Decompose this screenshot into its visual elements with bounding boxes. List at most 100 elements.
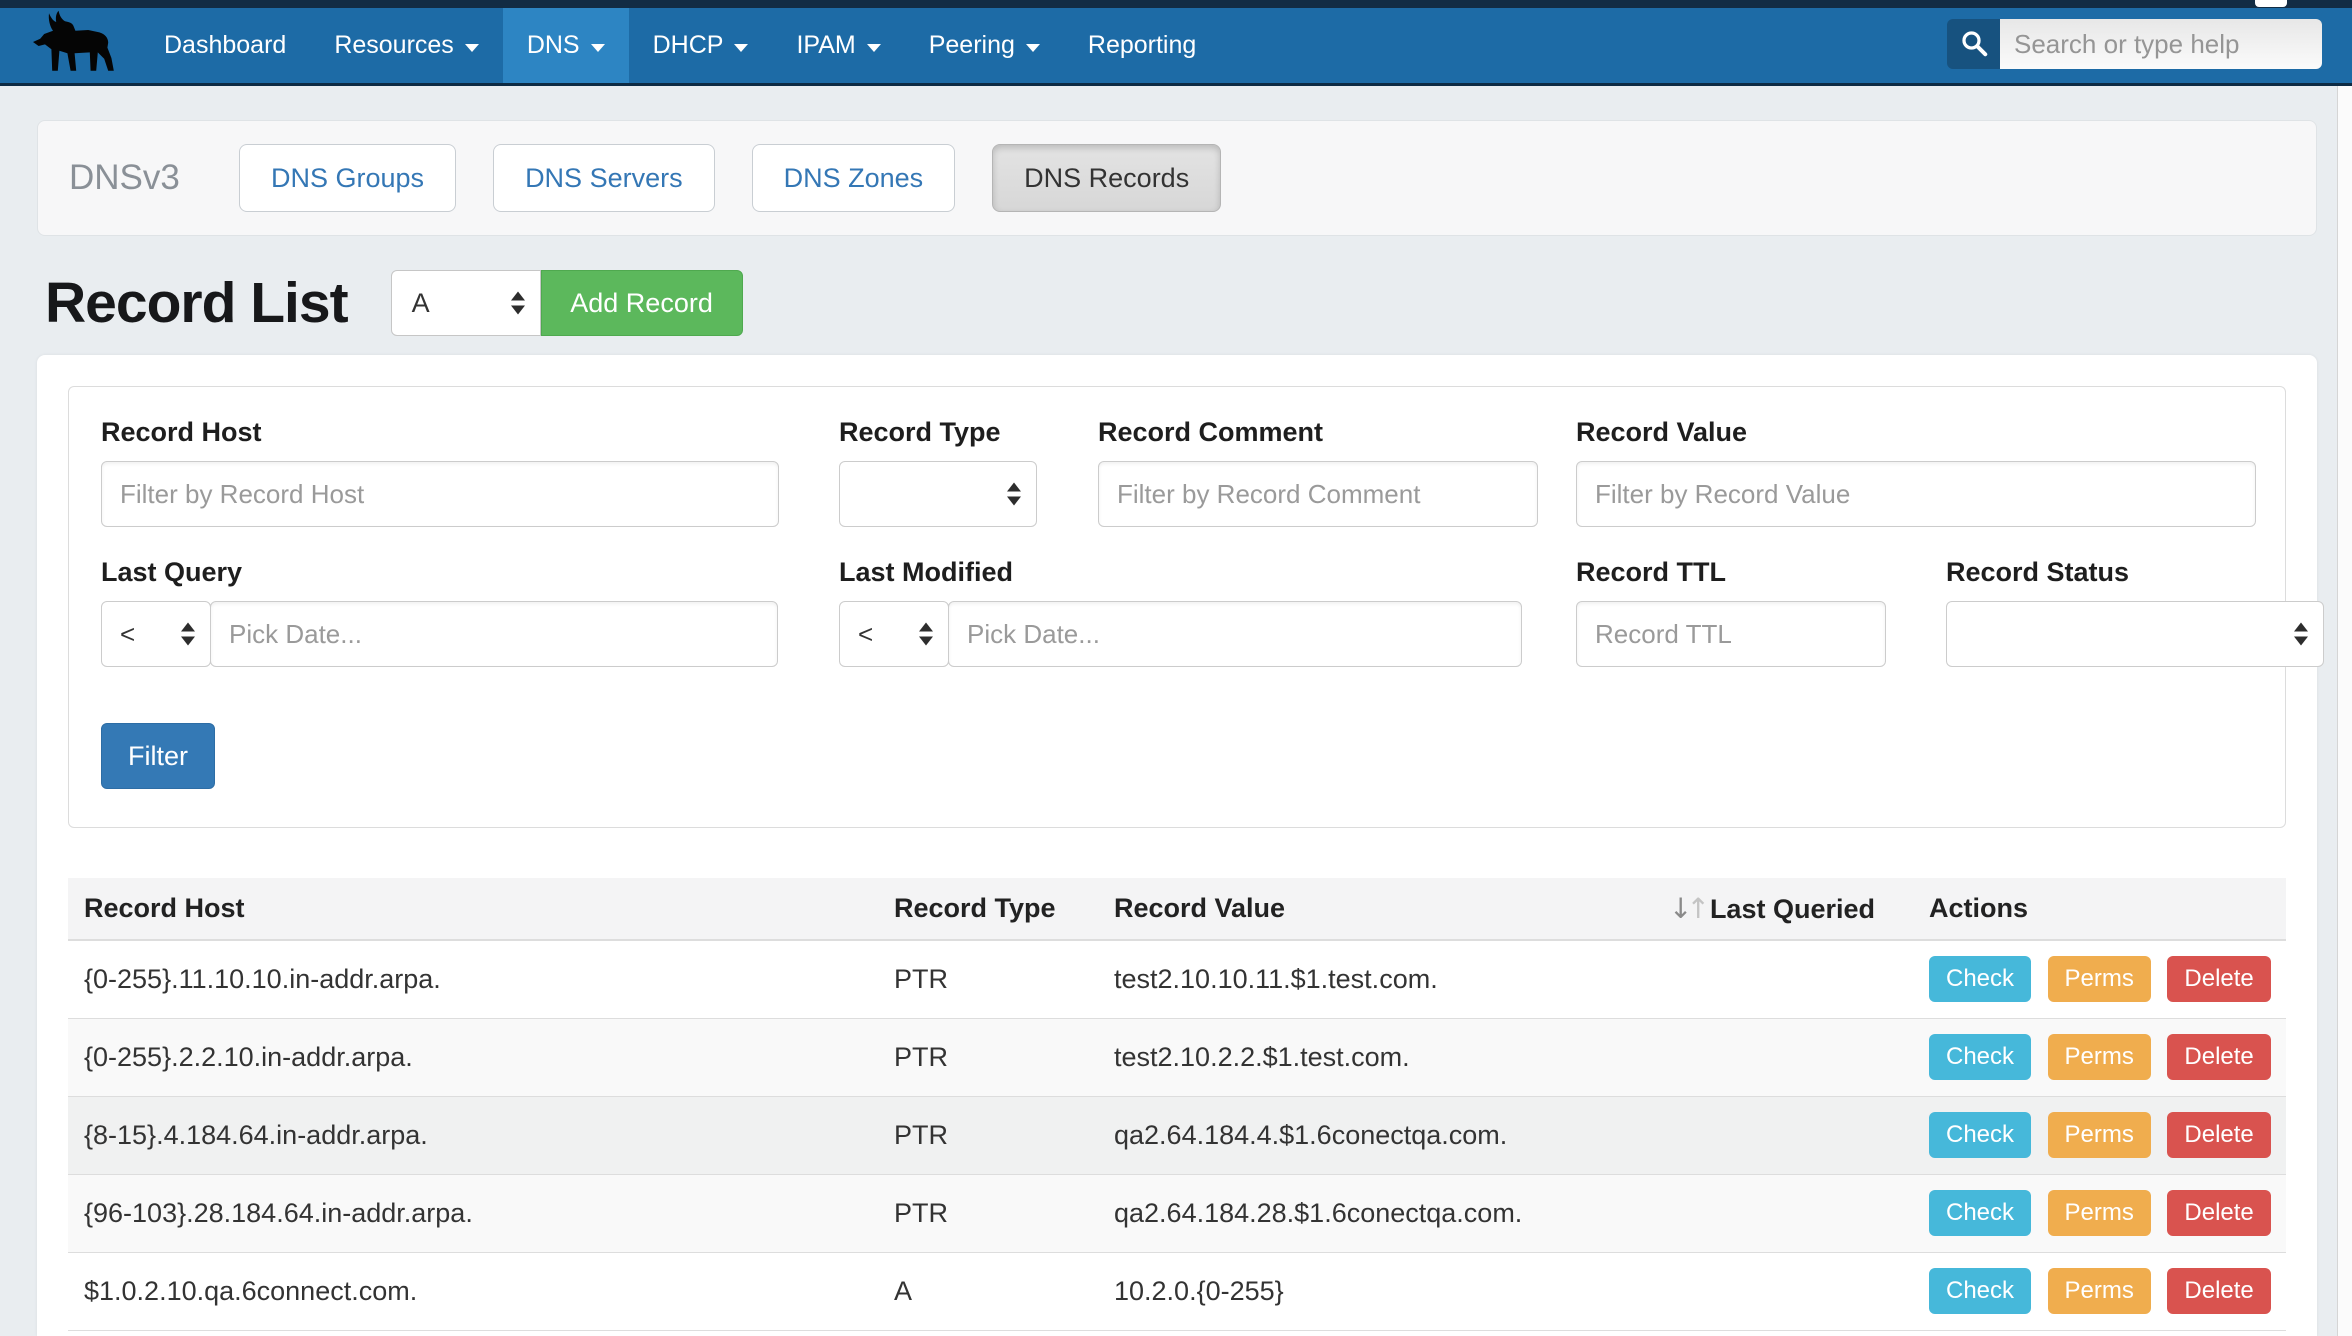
search-input[interactable] (2000, 19, 2322, 69)
record-value-cell: test2.10.2.2.$1.test.com. (1098, 1018, 1653, 1096)
records-panel: Record Host Record Type Record Comment R… (37, 355, 2317, 1336)
record-value-filter-input[interactable] (1576, 461, 2256, 527)
delete-button[interactable]: Delete (2167, 956, 2270, 1002)
perms-button[interactable]: Perms (2048, 956, 2151, 1002)
tab-dns-records[interactable]: DNS Records (992, 144, 1221, 212)
dnsv3-tab-panel: DNSv3 DNS Groups DNS Servers DNS Zones D… (37, 120, 2317, 236)
check-button[interactable]: Check (1929, 956, 2031, 1002)
nav-item-dhcp[interactable]: DHCP (629, 8, 773, 83)
perms-button[interactable]: Perms (2048, 1034, 2151, 1080)
actions-cell: Check Perms Delete (1913, 1174, 2286, 1252)
sort-asc-icon: ↑ (1686, 892, 1703, 925)
record-type-selector[interactable]: A (391, 270, 541, 336)
last-modified-operator-select[interactable]: < (839, 601, 949, 667)
delete-button[interactable]: Delete (2167, 1190, 2270, 1236)
record-comment-label: Record Comment (1098, 417, 1323, 448)
caret-down-icon (1026, 44, 1040, 52)
record-ttl-label: Record TTL (1576, 557, 1726, 588)
record-list-header: Record List A Add Record (45, 270, 743, 336)
last-queried-cell (1653, 1096, 1913, 1174)
nav-item-peering[interactable]: Peering (905, 8, 1064, 83)
table-row: {0-255}.11.10.10.in-addr.arpa. PTR test2… (68, 940, 2286, 1018)
tab-dns-zones[interactable]: DNS Zones (752, 144, 956, 212)
column-header-record-host: Record Host (68, 878, 878, 940)
nav-menu: Dashboard Resources DNS DHCP IPAM Peerin… (140, 8, 1220, 83)
record-host-cell: $1.0.2.10.qa.6connect.com. (68, 1252, 878, 1330)
last-queried-cell (1653, 1252, 1913, 1330)
records-tbody: {0-255}.11.10.10.in-addr.arpa. PTR test2… (68, 940, 2286, 1330)
filter-box: Record Host Record Type Record Comment R… (68, 386, 2286, 828)
table-row: {8-15}.4.184.64.in-addr.arpa. PTR qa2.64… (68, 1096, 2286, 1174)
record-type-filter-select[interactable] (839, 461, 1037, 527)
check-button[interactable]: Check (1929, 1112, 2031, 1158)
delete-button[interactable]: Delete (2167, 1112, 2270, 1158)
record-status-filter-select[interactable] (1946, 601, 2324, 667)
record-host-filter-input[interactable] (101, 461, 779, 527)
last-modified-date-input[interactable] (948, 601, 1522, 667)
filter-submit-button[interactable]: Filter (101, 723, 215, 789)
scrollbar[interactable] (2337, 86, 2352, 1336)
check-button[interactable]: Check (1929, 1034, 2031, 1080)
tab-dns-servers[interactable]: DNS Servers (493, 144, 715, 212)
perms-button[interactable]: Perms (2048, 1112, 2151, 1158)
browser-top-strip (0, 0, 2352, 8)
column-header-label: Last Queried (1710, 894, 1875, 924)
search-button[interactable] (1947, 19, 2000, 69)
global-search (1947, 19, 2322, 69)
main-navbar: Dashboard Resources DNS DHCP IPAM Peerin… (0, 8, 2352, 86)
record-value-cell: qa2.64.184.4.$1.6conectqa.com. (1098, 1096, 1653, 1174)
search-icon (1959, 28, 1989, 61)
perms-button[interactable]: Perms (2048, 1268, 2151, 1314)
record-type-cell: PTR (878, 1018, 1098, 1096)
column-header-last-queried[interactable]: ↓↑Last Queried (1653, 878, 1913, 940)
record-type-cell: PTR (878, 1174, 1098, 1252)
perms-button[interactable]: Perms (2048, 1190, 2151, 1236)
tab-dns-groups[interactable]: DNS Groups (239, 144, 456, 212)
last-queried-cell (1653, 1018, 1913, 1096)
nav-item-dashboard[interactable]: Dashboard (140, 8, 310, 83)
add-record-button[interactable]: Add Record (541, 270, 743, 336)
nav-label: Reporting (1088, 31, 1196, 60)
record-value-cell: qa2.64.184.28.$1.6conectqa.com. (1098, 1174, 1653, 1252)
caret-down-icon (734, 44, 748, 52)
nav-item-reporting[interactable]: Reporting (1064, 8, 1220, 83)
sort-desc-icon: ↓ (1669, 892, 1686, 925)
delete-button[interactable]: Delete (2167, 1268, 2270, 1314)
caret-down-icon (591, 44, 605, 52)
record-host-cell: {8-15}.4.184.64.in-addr.arpa. (68, 1096, 878, 1174)
select-arrows-icon (2294, 623, 2308, 646)
record-type-cell: PTR (878, 940, 1098, 1018)
nav-label: Dashboard (164, 31, 286, 60)
last-query-date-input[interactable] (210, 601, 778, 667)
page-title: Record List (45, 270, 348, 336)
check-button[interactable]: Check (1929, 1268, 2031, 1314)
column-header-record-type: Record Type (878, 878, 1098, 940)
nav-label: IPAM (796, 31, 855, 60)
moose-logo-icon[interactable] (26, 10, 120, 82)
last-query-operator-value: < (120, 619, 135, 650)
last-query-operator-select[interactable]: < (101, 601, 211, 667)
nav-label: Resources (334, 31, 454, 60)
record-host-cell: {0-255}.11.10.10.in-addr.arpa. (68, 940, 878, 1018)
last-modified-label: Last Modified (839, 557, 1013, 588)
check-button[interactable]: Check (1929, 1190, 2031, 1236)
record-ttl-filter-input[interactable] (1576, 601, 1886, 667)
record-host-cell: {0-255}.2.2.10.in-addr.arpa. (68, 1018, 878, 1096)
nav-item-ipam[interactable]: IPAM (772, 8, 904, 83)
nav-item-dns[interactable]: DNS (503, 8, 629, 83)
select-arrows-icon (511, 292, 525, 315)
dnsv3-title: DNSv3 (69, 158, 239, 198)
select-arrows-icon (1007, 483, 1021, 506)
record-host-label: Record Host (101, 417, 262, 448)
record-type-cell: A (878, 1252, 1098, 1330)
nav-item-resources[interactable]: Resources (310, 8, 503, 83)
delete-button[interactable]: Delete (2167, 1034, 2270, 1080)
column-header-actions: Actions (1913, 878, 2286, 940)
actions-cell: Check Perms Delete (1913, 1096, 2286, 1174)
select-arrows-icon (919, 623, 933, 646)
actions-cell: Check Perms Delete (1913, 1252, 2286, 1330)
column-header-record-value: Record Value (1098, 878, 1653, 940)
record-comment-filter-input[interactable] (1098, 461, 1538, 527)
sort-icon: ↓↑ (1669, 892, 1704, 925)
browser-top-artifact (2255, 0, 2287, 7)
